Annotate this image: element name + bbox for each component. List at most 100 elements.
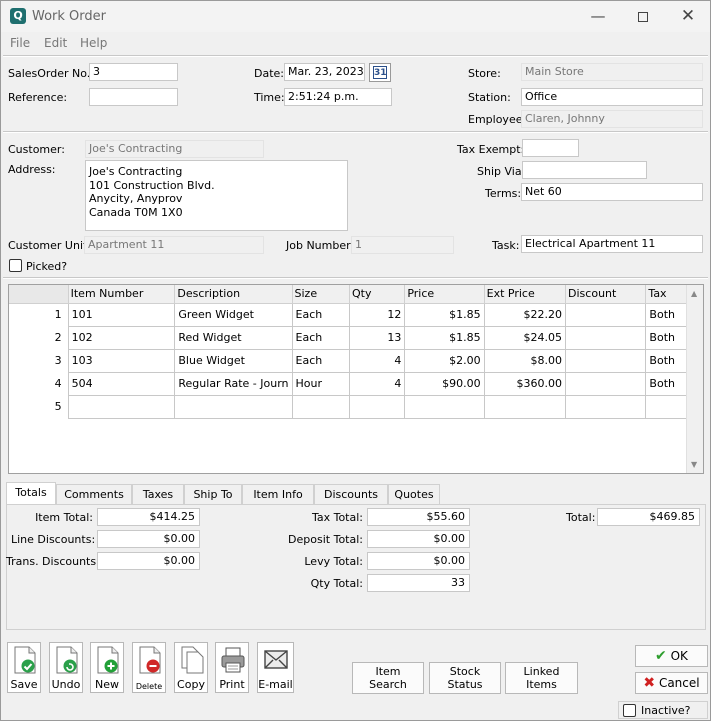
copy-button[interactable]: Copy <box>174 642 208 693</box>
cell-ext-price[interactable]: $8.00 <box>483 348 567 373</box>
inactive-checkbox[interactable] <box>623 704 636 717</box>
menu-file[interactable]: File <box>10 36 30 50</box>
table-row[interactable]: 2 102 Red Widget Each 13 $1.85 $24.05 Bo… <box>9 325 703 350</box>
cell-discount[interactable] <box>565 371 647 396</box>
line-discounts-field[interactable]: $0.00 <box>97 530 200 548</box>
cancel-button[interactable]: ✖ Cancel <box>635 672 708 694</box>
cell-size[interactable]: Each <box>291 302 351 327</box>
maximize-icon[interactable] <box>620 3 666 29</box>
line-items-grid[interactable]: Item Number Description Size Qty Price E… <box>8 284 704 474</box>
cell-item-number[interactable]: 103 <box>67 348 176 373</box>
calendar-button[interactable]: 31 <box>369 63 391 82</box>
item-total-field[interactable]: $414.25 <box>97 508 200 526</box>
picked-checkbox[interactable] <box>9 259 22 272</box>
cell-discount[interactable] <box>565 302 647 327</box>
cell-description[interactable]: Red Widget <box>174 325 293 350</box>
scroll-up-icon[interactable]: ▲ <box>691 289 697 298</box>
cell-size[interactable]: Each <box>291 325 351 350</box>
table-row[interactable]: 4 504 Regular Rate - Journ Hour 4 $90.00… <box>9 371 703 396</box>
cell-discount[interactable] <box>565 325 647 350</box>
trans-discounts-field[interactable]: $0.00 <box>97 552 200 570</box>
table-row[interactable]: 3 103 Blue Widget Each 4 $2.00 $8.00 Bot… <box>9 348 703 373</box>
job-number-field[interactable]: 1 <box>351 236 454 254</box>
delete-button[interactable]: Delete <box>132 642 166 693</box>
cell-ext-price[interactable]: $22.20 <box>483 302 567 327</box>
item-search-button[interactable]: Item Search <box>352 662 424 694</box>
cell-item-number[interactable]: 504 <box>67 371 176 396</box>
col-item-number[interactable]: Item Number <box>68 285 176 304</box>
cell-price[interactable] <box>404 394 485 419</box>
table-row[interactable]: 5 <box>9 394 703 419</box>
tab-comments[interactable]: Comments <box>56 484 132 504</box>
cell-qty[interactable]: 13 <box>349 325 406 350</box>
cell-price[interactable]: $1.85 <box>404 325 485 350</box>
menu-help[interactable]: Help <box>80 36 107 50</box>
cell-description[interactable]: Green Widget <box>174 302 293 327</box>
linked-items-button[interactable]: Linked Items <box>505 662 578 694</box>
date-field[interactable]: Mar. 23, 2023 <box>284 63 365 81</box>
tab-ship-to[interactable]: Ship To <box>184 484 242 504</box>
tab-quotes[interactable]: Quotes <box>388 484 440 504</box>
menu-edit[interactable]: Edit <box>44 36 67 50</box>
cell-discount[interactable] <box>565 348 647 373</box>
cell-qty[interactable]: 12 <box>349 302 406 327</box>
col-price[interactable]: Price <box>404 285 485 304</box>
minimize-icon[interactable]: — <box>575 3 621 29</box>
cell-price[interactable]: $1.85 <box>404 302 485 327</box>
customer-unit-field[interactable]: Apartment 11 <box>84 236 264 254</box>
cell-discount[interactable] <box>565 394 647 419</box>
address-box[interactable]: Joe's Contracting 101 Construction Blvd.… <box>85 160 348 231</box>
station-field[interactable]: Office <box>521 88 703 106</box>
cell-description[interactable]: Regular Rate - Journ <box>174 371 293 396</box>
reference-field[interactable] <box>89 88 178 106</box>
cell-size[interactable] <box>291 394 351 419</box>
terms-field[interactable]: Net 60 <box>521 183 703 201</box>
levy-total-field[interactable]: $0.00 <box>367 552 470 570</box>
close-icon[interactable]: ✕ <box>665 3 711 29</box>
cell-ext-price[interactable] <box>483 394 567 419</box>
tax-total-field[interactable]: $55.60 <box>367 508 470 526</box>
cell-price[interactable]: $90.00 <box>404 371 485 396</box>
cell-ext-price[interactable]: $24.05 <box>483 325 567 350</box>
col-qty[interactable]: Qty <box>349 285 406 304</box>
tax-exempt-field[interactable] <box>522 139 579 157</box>
cell-item-number[interactable] <box>67 394 176 419</box>
cell-qty[interactable]: 4 <box>349 371 406 396</box>
col-size[interactable]: Size <box>292 285 351 304</box>
scroll-down-icon[interactable]: ▼ <box>691 460 697 469</box>
undo-button[interactable]: Undo <box>49 642 83 693</box>
table-row[interactable]: 1 101 Green Widget Each 12 $1.85 $22.20 … <box>9 302 703 327</box>
col-description[interactable]: Description <box>174 285 293 304</box>
cell-size[interactable]: Each <box>291 348 351 373</box>
print-button[interactable]: Print <box>215 642 249 693</box>
tab-item-info[interactable]: Item Info <box>242 484 314 504</box>
customer-field[interactable]: Joe's Contracting <box>85 140 264 158</box>
cell-size[interactable]: Hour <box>291 371 351 396</box>
email-button[interactable]: E-mail <box>257 642 294 693</box>
ship-via-field[interactable] <box>522 161 647 179</box>
total-field[interactable]: $469.85 <box>597 508 700 526</box>
cell-item-number[interactable]: 102 <box>67 325 176 350</box>
deposit-total-field[interactable]: $0.00 <box>367 530 470 548</box>
cell-price[interactable]: $2.00 <box>404 348 485 373</box>
tab-discounts[interactable]: Discounts <box>314 484 388 504</box>
cell-description[interactable]: Blue Widget <box>174 348 293 373</box>
salesorder-field[interactable]: 3 <box>89 63 178 81</box>
tab-taxes[interactable]: Taxes <box>132 484 184 504</box>
cell-qty[interactable]: 4 <box>349 348 406 373</box>
grid-scrollbar[interactable]: ▲ ▼ <box>686 285 703 473</box>
cell-qty[interactable] <box>349 394 406 419</box>
qty-total-field[interactable]: 33 <box>367 574 470 592</box>
save-button[interactable]: Save <box>7 642 41 693</box>
tab-totals[interactable]: Totals <box>6 482 56 504</box>
task-field[interactable]: Electrical Apartment 11 <box>521 235 703 253</box>
time-field[interactable]: 2:51:24 p.m. <box>284 88 392 106</box>
col-discount[interactable]: Discount <box>565 285 647 304</box>
cell-ext-price[interactable]: $360.00 <box>483 371 567 396</box>
cell-item-number[interactable]: 101 <box>67 302 176 327</box>
cell-description[interactable] <box>174 394 293 419</box>
stock-status-button[interactable]: Stock Status <box>429 662 501 694</box>
new-button[interactable]: New <box>90 642 124 693</box>
col-ext-price[interactable]: Ext Price <box>484 285 567 304</box>
ok-button[interactable]: ✔ OK <box>635 645 708 667</box>
